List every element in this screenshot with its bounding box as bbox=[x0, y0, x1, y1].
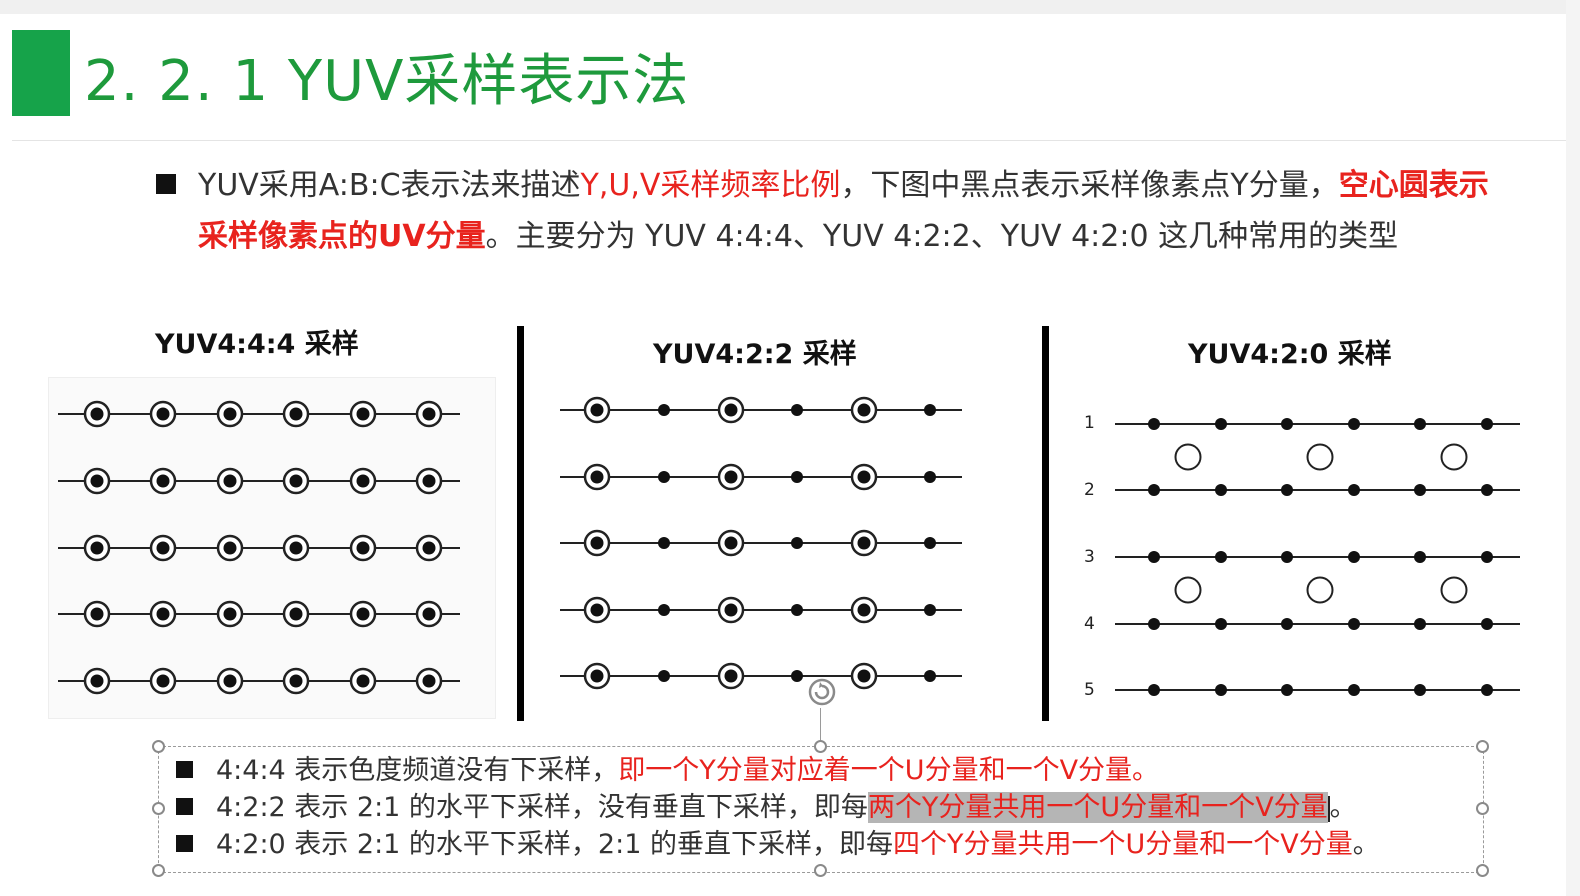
y-sample-dot bbox=[1348, 484, 1360, 496]
y-sample-dot bbox=[1414, 551, 1426, 563]
y-sample-dot bbox=[1215, 618, 1227, 630]
resize-handle-top-right[interactable] bbox=[1476, 740, 1489, 753]
y-sample-dot bbox=[1481, 684, 1493, 696]
y-sample-dot bbox=[1481, 418, 1493, 430]
y-sample-dot bbox=[1281, 551, 1293, 563]
bullet-item-420: 4:2:0 表示 2:1 的水平下采样，2:1 的垂直下采样，即每四个Y分量共用… bbox=[176, 826, 1380, 863]
y-sample-dot bbox=[1148, 618, 1160, 630]
y-sample-dot bbox=[1348, 684, 1360, 696]
resize-handle-top-left[interactable] bbox=[152, 740, 165, 753]
y-sample-dot bbox=[1414, 418, 1426, 430]
y-sample-dot bbox=[1148, 418, 1160, 430]
square-bullet-icon bbox=[176, 761, 193, 778]
bullet-444-end: 。 bbox=[1132, 755, 1160, 786]
y-sample-dot bbox=[1281, 484, 1293, 496]
row-number-1: 1 bbox=[1084, 413, 1095, 433]
resize-handle-bottom-left[interactable] bbox=[152, 864, 165, 877]
resize-handle-mid-right[interactable] bbox=[1476, 802, 1489, 815]
y-sample-dot bbox=[1215, 484, 1227, 496]
y-sample-dot bbox=[1348, 418, 1360, 430]
y-sample-dot bbox=[1414, 484, 1426, 496]
resize-handle-mid-left[interactable] bbox=[152, 802, 165, 815]
uv-sample-circle bbox=[1174, 443, 1202, 471]
square-bullet-icon bbox=[176, 835, 193, 852]
y-sample-dot bbox=[1215, 551, 1227, 563]
y-sample-dot bbox=[1281, 684, 1293, 696]
row-number-2: 2 bbox=[1084, 480, 1095, 500]
uv-sample-circle bbox=[1174, 576, 1202, 604]
y-sample-dot bbox=[1281, 618, 1293, 630]
y-sample-dot bbox=[1348, 618, 1360, 630]
bullet-444-red: 即一个Y分量对应着一个U分量和一个V分量 bbox=[618, 755, 1133, 786]
bullet-422-end: 。 bbox=[1329, 792, 1357, 823]
y-sample-dot bbox=[1281, 418, 1293, 430]
y-sample-dot bbox=[1481, 618, 1493, 630]
uv-sample-circle bbox=[1440, 576, 1468, 604]
rotate-handle-icon[interactable] bbox=[806, 676, 838, 708]
y-sample-dot bbox=[1414, 618, 1426, 630]
uv-sample-circle bbox=[1306, 576, 1334, 604]
row-number-4: 4 bbox=[1084, 614, 1095, 634]
bullet-list[interactable]: 4:4:4 表示色度频道没有下采样，即一个Y分量对应着一个U分量和一个V分量。 … bbox=[176, 752, 1380, 863]
y-sample-dot bbox=[1215, 684, 1227, 696]
y-sample-dot bbox=[1414, 684, 1426, 696]
uv-sample-circle bbox=[1440, 443, 1468, 471]
row-number-5: 5 bbox=[1084, 680, 1095, 700]
row-number-3: 3 bbox=[1084, 547, 1095, 567]
square-bullet-icon bbox=[176, 798, 193, 815]
bullet-item-444: 4:4:4 表示色度频道没有下采样，即一个Y分量对应着一个U分量和一个V分量。 bbox=[176, 752, 1380, 789]
bullet-444-text: 4:4:4 表示色度频道没有下采样， bbox=[216, 755, 619, 786]
bullet-420-text: 4:2:0 表示 2:1 的水平下采样，2:1 的垂直下采样，即每 bbox=[216, 829, 893, 860]
uv-sample-circle bbox=[1306, 443, 1334, 471]
bullet-420-end: 。 bbox=[1352, 829, 1380, 860]
bullet-422-text: 4:2:2 表示 2:1 的水平下采样，没有垂直下采样，即每 bbox=[216, 792, 868, 823]
resize-handle-bottom-right[interactable] bbox=[1476, 864, 1489, 877]
bullet-422-selected-text[interactable]: 两个Y分量共用一个U分量和一个V分量 bbox=[867, 792, 1328, 823]
resize-handle-bottom-center[interactable] bbox=[814, 864, 827, 877]
bullet-420-red: 四个Y分量共用一个U分量和一个V分量 bbox=[892, 829, 1353, 860]
y-sample-dot bbox=[1348, 551, 1360, 563]
y-sample-dot bbox=[1215, 418, 1227, 430]
bullet-item-422: 4:2:2 表示 2:1 的水平下采样，没有垂直下采样，即每两个Y分量共用一个U… bbox=[176, 789, 1380, 826]
y-sample-dot bbox=[1148, 684, 1160, 696]
y-sample-dot bbox=[1481, 551, 1493, 563]
y-sample-dot bbox=[1481, 484, 1493, 496]
y-sample-dot bbox=[1148, 551, 1160, 563]
y-sample-dot bbox=[1148, 484, 1160, 496]
